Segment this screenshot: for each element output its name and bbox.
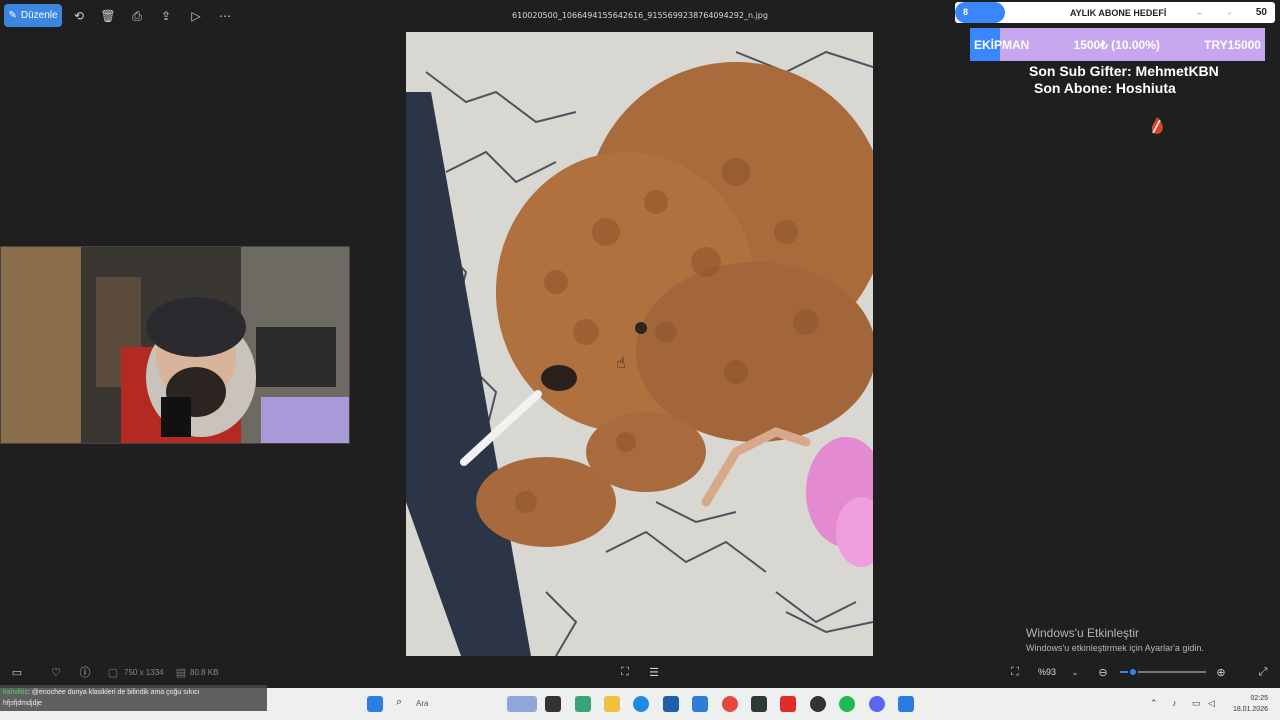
volume-icon[interactable]: ◁ (1208, 698, 1215, 709)
last-sub-gifter: Son Sub Gifter: MehmetKBN (1029, 63, 1219, 79)
equipment-target: TRY15000 (1204, 37, 1261, 52)
zoom-slider[interactable] (1120, 667, 1206, 677)
system-clock[interactable]: 02:25 18.01.2026 (1233, 693, 1268, 715)
photos-app-icon[interactable] (898, 696, 914, 712)
app-icon[interactable] (575, 696, 591, 712)
svg-text:☝: ☝ (616, 353, 626, 372)
spotify-icon[interactable] (839, 696, 855, 712)
chat-line-2: hfjsfjdmdjdje (3, 700, 42, 707)
youtube-icon[interactable] (780, 696, 796, 712)
clock-time: 02:25 (1250, 695, 1268, 702)
taskbar-search-input[interactable]: Ara (416, 699, 428, 708)
zoom-out-icon[interactable]: ⊖ (1096, 665, 1110, 679)
last-subscriber: Son Abone: Hoshiuta (1034, 80, 1176, 96)
clock-date: 18.01.2026 (1232, 706, 1268, 713)
info-icon[interactable]: ⓘ (78, 665, 92, 679)
chat-message: kahvlitiz: @enochee dunya klasikleri de … (3, 687, 264, 698)
equipment-goal-bar: EKİPMAN 1500₺ (10.00%) TRY15000 (970, 28, 1265, 61)
start-menu-icon[interactable] (367, 696, 383, 712)
file-size: 80.8 KB (190, 668, 219, 677)
flame-logo-icon (1151, 117, 1163, 134)
bottom-statusbar: ▭ ♡ ⓘ ▢ 750 x 1334 ▤ 80.8 KB ⛶ ☰ ⛶ %93 ⌄… (0, 660, 1280, 684)
zoom-slider-thumb[interactable] (1127, 667, 1138, 677)
zoom-dropdown-icon[interactable]: ⌄ (1068, 665, 1082, 679)
chrome-icon[interactable] (722, 696, 738, 712)
stream-chat-overlay: kahvlitiz: @enochee dunya klasikleri de … (0, 685, 267, 711)
chat-nick: kahvlitiz (3, 689, 28, 696)
adjust-icon[interactable]: ☰ (647, 665, 661, 679)
discord-icon[interactable] (869, 696, 885, 712)
tray-overflow-icon[interactable]: ⌃ (1150, 698, 1158, 709)
widgets-icon[interactable] (507, 696, 537, 712)
equipment-progress: 1500₺ (10.00%) (1073, 37, 1160, 52)
task-view-icon[interactable] (545, 696, 561, 712)
fullscreen-icon[interactable]: ⤢ (1256, 665, 1270, 679)
streamer-webcam-image (1, 247, 349, 443)
activation-subtitle: Windows'u etkinleştirmek için Ayarlar'a … (1026, 643, 1204, 653)
file-explorer-icon[interactable] (604, 696, 620, 712)
monthly-sub-goal-bar: 8 AYLIK ABONE HEDEFİ 50 – ▫ (955, 2, 1275, 23)
photos-app-window: ✎ Düzenle ⟲ 🗑 ⎙ ⇪ ▷ ⋯ 610020500_10664941… (0, 0, 1280, 720)
webcam-overlay (0, 246, 350, 444)
goal-progress-pill: 8 (955, 2, 1005, 23)
goal-target-count: 50 (1255, 7, 1267, 18)
favorite-heart-icon[interactable]: ♡ (49, 665, 63, 679)
activation-title: Windows'u Etkinleştir (1026, 626, 1139, 640)
zoom-level[interactable]: %93 (1038, 667, 1056, 677)
restore-icon[interactable]: ▫ (1228, 8, 1231, 18)
minimize-icon[interactable]: – (1197, 8, 1202, 18)
fit-to-window-icon[interactable]: ⛶ (1008, 665, 1022, 679)
windows-activation-watermark: Windows'u Etkinleştir Windows'u etkinleş… (1026, 626, 1204, 653)
outlook-icon[interactable] (692, 696, 708, 712)
edge-browser-icon[interactable] (633, 696, 649, 712)
microphone-icon[interactable]: ♪ (1172, 698, 1177, 708)
obs-icon[interactable] (810, 696, 826, 712)
dimensions-icon: ▢ (107, 666, 119, 679)
chat-text: : @enochee dunya klasikleri de bilindik … (27, 689, 200, 696)
image-dimensions: 750 x 1334 (124, 668, 164, 677)
crop-icon[interactable]: ⛶ (618, 665, 632, 679)
displayed-photo[interactable]: ☝ (406, 32, 873, 656)
filesize-icon: ▤ (175, 666, 187, 679)
search-icon[interactable]: ⌕ (396, 696, 412, 712)
goal-title: AYLIK ABONE HEDEFİ (1070, 8, 1167, 18)
zoom-in-icon[interactable]: ⊕ (1214, 665, 1228, 679)
filmstrip-icon[interactable]: ▭ (10, 665, 24, 679)
dog-photo-image: ☝ (406, 32, 873, 656)
network-icon[interactable]: ▭ (1192, 698, 1201, 709)
store-icon[interactable] (663, 696, 679, 712)
app-icon-2[interactable] (751, 696, 767, 712)
equipment-label: EKİPMAN (974, 37, 1030, 52)
